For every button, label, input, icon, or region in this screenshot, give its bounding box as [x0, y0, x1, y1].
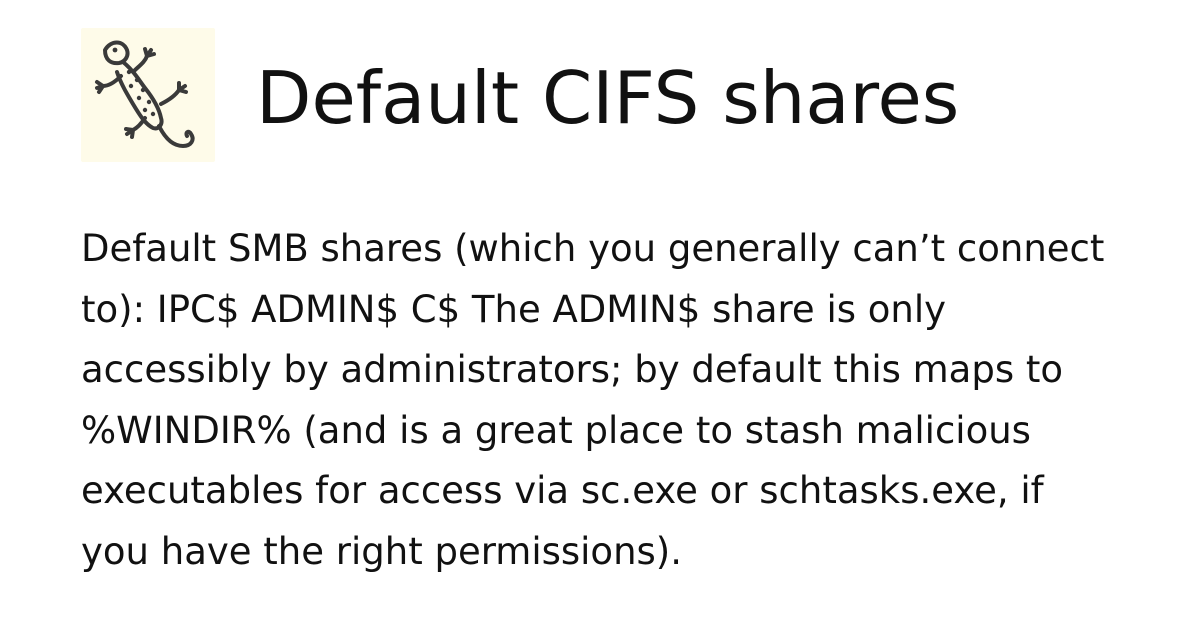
gecko-icon [95, 40, 195, 148]
gecko-logo [81, 28, 215, 162]
page-title: Default CIFS shares [256, 56, 960, 140]
page-description: Default SMB shares (which you generally … [81, 227, 1105, 573]
